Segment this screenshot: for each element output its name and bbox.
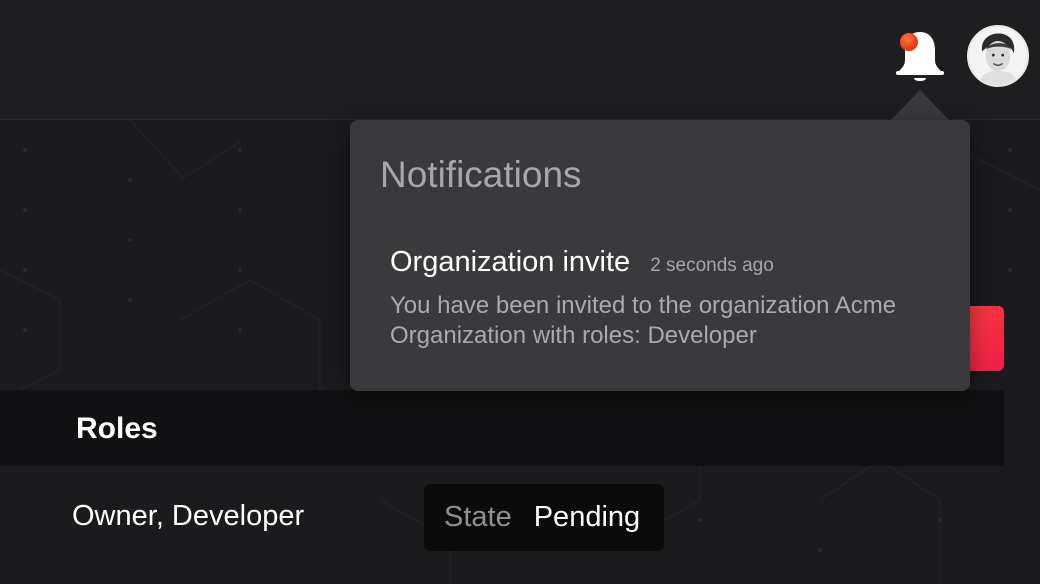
notifications-popover: Notifications Organization invite 2 seco… bbox=[350, 120, 970, 391]
page: Roles Owner, Developer State Pending Not… bbox=[0, 0, 1040, 584]
avatar[interactable] bbox=[967, 25, 1029, 87]
roles-column-header: Roles bbox=[76, 412, 158, 445]
notifications-title: Notifications bbox=[380, 154, 582, 195]
state-label: State bbox=[444, 501, 512, 533]
popover-arrow bbox=[890, 90, 950, 121]
state-badge: State Pending bbox=[424, 484, 664, 551]
notification-timestamp: 2 seconds ago bbox=[650, 255, 774, 276]
notification-title: Organization invite bbox=[390, 246, 631, 278]
notification-item[interactable]: Organization invite 2 seconds ago You ha… bbox=[390, 246, 950, 351]
roles-cell: Owner, Developer bbox=[72, 500, 305, 532]
unread-notification-dot bbox=[900, 33, 918, 51]
top-navigation-bar bbox=[0, 0, 1040, 120]
user-portrait-icon bbox=[969, 27, 1027, 85]
state-value: Pending bbox=[533, 501, 641, 533]
notification-body: You have been invited to the organizatio… bbox=[390, 292, 897, 349]
